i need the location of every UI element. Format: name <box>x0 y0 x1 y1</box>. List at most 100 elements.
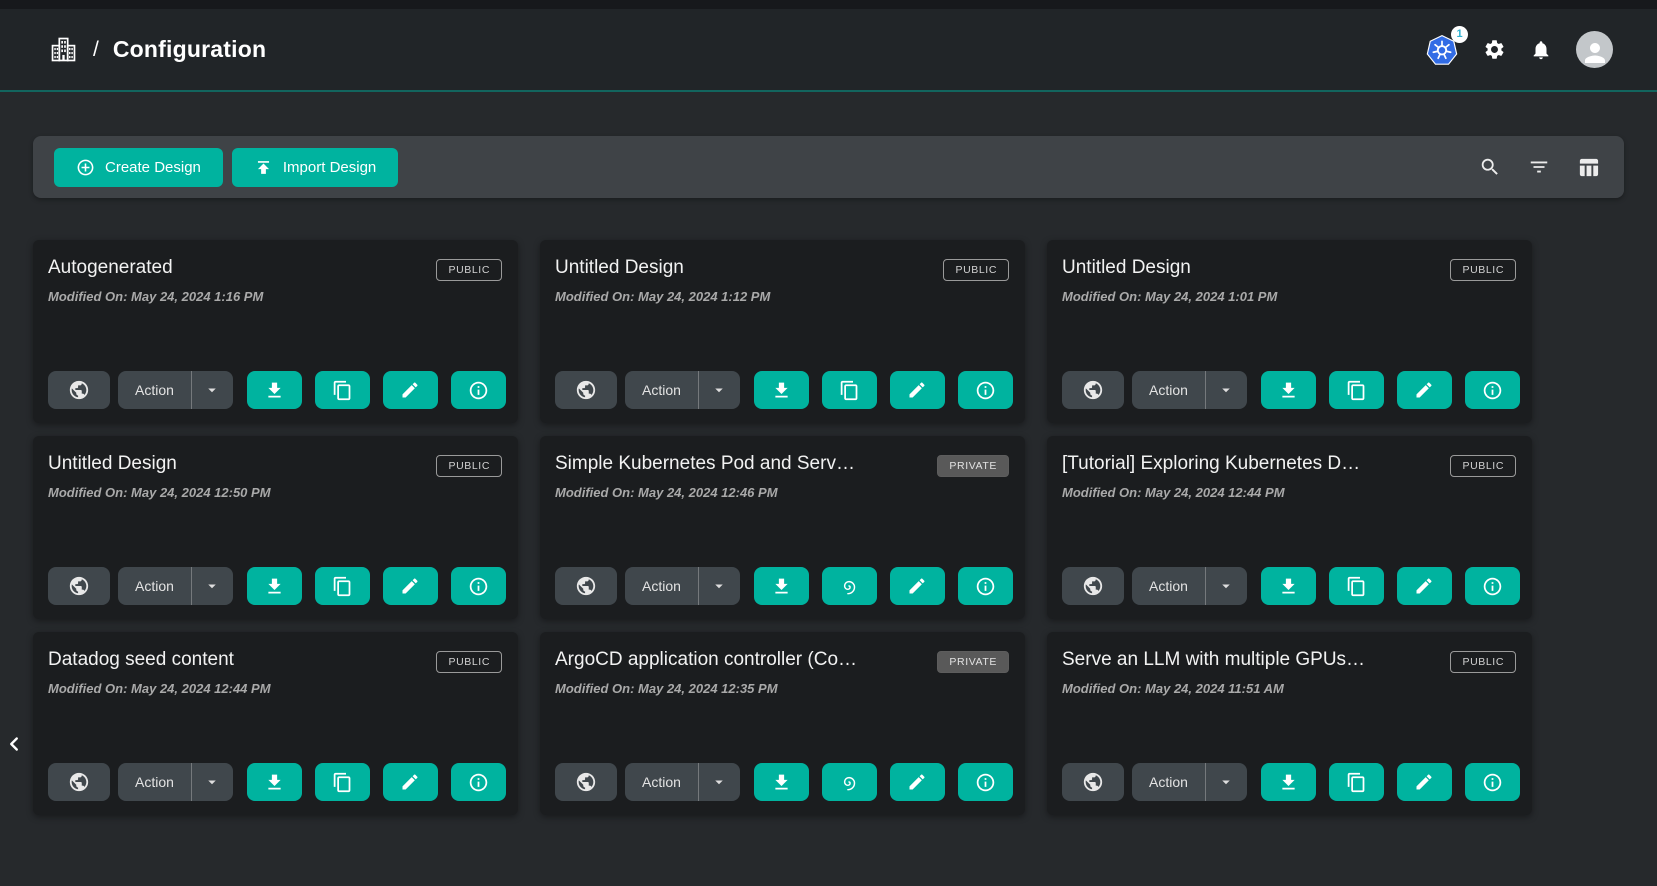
info-button[interactable] <box>451 763 506 801</box>
filter-button[interactable] <box>1528 156 1550 178</box>
clone-button[interactable] <box>1329 567 1384 605</box>
download-button[interactable] <box>247 371 302 409</box>
action-button[interactable]: Action <box>118 567 191 605</box>
action-dropdown-toggle[interactable] <box>1205 371 1247 409</box>
design-card: Untitled Design PUBLIC Modified On: May … <box>1047 240 1532 423</box>
visibility-globe-button[interactable] <box>555 763 617 801</box>
edit-button[interactable] <box>1397 763 1452 801</box>
action-dropdown-toggle[interactable] <box>698 763 740 801</box>
table-view-button[interactable] <box>1577 156 1600 179</box>
edit-pencil-icon <box>907 576 927 596</box>
download-button[interactable] <box>1261 567 1316 605</box>
info-button[interactable] <box>1465 371 1520 409</box>
kanvas-button[interactable] <box>822 763 877 801</box>
download-button[interactable] <box>754 567 809 605</box>
action-dropdown-toggle[interactable] <box>698 371 740 409</box>
action-button[interactable]: Action <box>625 763 698 801</box>
action-dropdown-toggle[interactable] <box>1205 763 1247 801</box>
breadcrumb: / Configuration <box>48 34 266 65</box>
info-button[interactable] <box>1465 763 1520 801</box>
visibility-badge: PUBLIC <box>1450 651 1516 673</box>
visibility-globe-button[interactable] <box>1062 567 1124 605</box>
visibility-globe-button[interactable] <box>48 763 110 801</box>
clone-button[interactable] <box>822 371 877 409</box>
edit-button[interactable] <box>383 371 438 409</box>
action-dropdown-toggle[interactable] <box>1205 567 1247 605</box>
edit-pencil-icon <box>1414 576 1434 596</box>
visibility-badge: PUBLIC <box>943 259 1009 281</box>
visibility-globe-button[interactable] <box>555 567 617 605</box>
action-dropdown-toggle[interactable] <box>698 567 740 605</box>
action-split-button: Action <box>625 763 740 801</box>
bell-icon <box>1530 39 1552 61</box>
organization-building-icon[interactable] <box>48 34 79 65</box>
edit-button[interactable] <box>1397 371 1452 409</box>
edit-button[interactable] <box>890 567 945 605</box>
card-header: Untitled Design PUBLIC <box>48 453 502 477</box>
table-view-icon <box>1577 156 1600 179</box>
info-button[interactable] <box>958 763 1013 801</box>
design-card: Untitled Design PUBLIC Modified On: May … <box>33 436 518 619</box>
visibility-globe-button[interactable] <box>48 567 110 605</box>
info-button[interactable] <box>958 371 1013 409</box>
collapse-panel-toggle[interactable] <box>3 733 25 755</box>
edit-button[interactable] <box>890 371 945 409</box>
edit-button[interactable] <box>890 763 945 801</box>
edit-button[interactable] <box>1397 567 1452 605</box>
download-button[interactable] <box>1261 763 1316 801</box>
info-button[interactable] <box>451 567 506 605</box>
create-design-button[interactable]: Create Design <box>54 148 223 187</box>
download-button[interactable] <box>247 567 302 605</box>
visibility-badge: PUBLIC <box>436 651 502 673</box>
globe-icon <box>1082 379 1104 401</box>
search-icon <box>1479 156 1501 178</box>
action-button[interactable]: Action <box>118 763 191 801</box>
action-label: Action <box>642 578 681 594</box>
info-button[interactable] <box>958 567 1013 605</box>
info-button[interactable] <box>1465 567 1520 605</box>
visibility-globe-button[interactable] <box>1062 371 1124 409</box>
settings-button[interactable] <box>1483 38 1506 61</box>
visibility-badge: PUBLIC <box>1450 455 1516 477</box>
visibility-globe-button[interactable] <box>1062 763 1124 801</box>
download-button[interactable] <box>754 763 809 801</box>
kubernetes-context-button[interactable]: 1 <box>1425 33 1459 67</box>
download-button[interactable] <box>1261 371 1316 409</box>
design-toolbar: Create Design Import Design <box>33 136 1624 198</box>
clone-button[interactable] <box>1329 763 1384 801</box>
search-button[interactable] <box>1479 156 1501 178</box>
action-dropdown-toggle[interactable] <box>191 763 233 801</box>
user-avatar[interactable] <box>1576 31 1613 68</box>
action-label: Action <box>135 382 174 398</box>
action-button[interactable]: Action <box>118 371 191 409</box>
clone-button[interactable] <box>1329 371 1384 409</box>
action-label: Action <box>642 774 681 790</box>
action-button[interactable]: Action <box>1132 567 1205 605</box>
kanvas-button[interactable] <box>822 567 877 605</box>
toolbar-view-controls <box>1479 156 1600 179</box>
visibility-globe-button[interactable] <box>48 371 110 409</box>
info-button[interactable] <box>451 371 506 409</box>
action-dropdown-toggle[interactable] <box>191 567 233 605</box>
design-card: ArgoCD application controller (Co… PRIVA… <box>540 632 1025 815</box>
clone-button[interactable] <box>315 567 370 605</box>
edit-button[interactable] <box>383 567 438 605</box>
add-circle-icon <box>76 158 95 177</box>
import-design-button[interactable]: Import Design <box>232 148 398 187</box>
download-button[interactable] <box>754 371 809 409</box>
clone-button[interactable] <box>315 371 370 409</box>
notifications-button[interactable] <box>1530 39 1552 61</box>
edit-button[interactable] <box>383 763 438 801</box>
visibility-globe-button[interactable] <box>555 371 617 409</box>
action-button[interactable]: Action <box>1132 763 1205 801</box>
action-button[interactable]: Action <box>625 567 698 605</box>
download-button[interactable] <box>247 763 302 801</box>
action-button[interactable]: Action <box>625 371 698 409</box>
card-action-bar: Action <box>48 371 506 409</box>
chevron-down-icon <box>1217 381 1235 399</box>
action-dropdown-toggle[interactable] <box>191 371 233 409</box>
action-button[interactable]: Action <box>1132 371 1205 409</box>
clone-button[interactable] <box>315 763 370 801</box>
download-icon <box>771 772 792 793</box>
edit-pencil-icon <box>400 576 420 596</box>
